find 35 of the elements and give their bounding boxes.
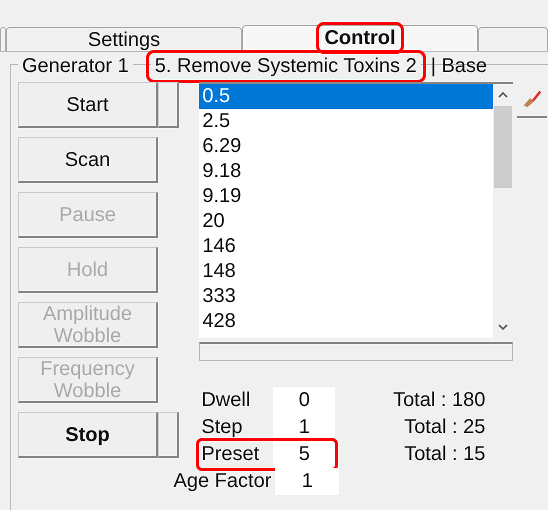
input-field[interactable]: 0 [273,387,336,414]
list-item[interactable]: 146 [199,234,494,259]
list-item[interactable]: 2.5 [199,109,494,134]
total-label: Total : 180 [392,389,486,412]
side-button[interactable] [158,82,179,128]
total-label: Total : 25 [403,416,486,439]
list-item[interactable]: 333 [199,284,494,309]
list-item[interactable]: 9.18 [199,159,494,184]
input-field[interactable]: 1 [275,468,340,495]
list-item[interactable]: 6.29 [199,134,494,159]
field-label: Dwell [200,389,252,412]
scroll-up-icon[interactable] [498,92,508,98]
frequency-list[interactable]: 0.5 2.5 6.29 9.18 9.19 20 146 148 333 428 [199,82,514,338]
program-title: 5. Remove Systemic Toxins 2 [150,55,421,78]
field-label: Step [200,416,244,439]
field-label: Age Factor [172,470,272,493]
scroll-down-icon[interactable] [498,324,508,330]
side-button[interactable] [158,412,179,458]
control-button[interactable]: Scan [18,137,158,183]
list-item[interactable]: 148 [199,259,494,284]
input-field[interactable]: 5 [273,441,336,468]
list-item[interactable]: 0.5 [199,84,494,109]
base-label: | Base [430,55,488,78]
list-item[interactable]: 428 [199,309,494,334]
tab[interactable] [0,27,6,51]
tab[interactable]: Settings [6,27,242,51]
control-button[interactable]: Start [18,82,158,128]
list-item[interactable]: 20 [199,209,494,234]
tab[interactable]: Control [242,25,478,51]
control-button[interactable]: Stop [18,412,158,458]
field-label: Preset [200,443,260,466]
list-item[interactable]: 9.19 [199,184,494,209]
total-label: Total : 15 [403,443,486,466]
tab[interactable] [478,27,548,51]
scroll-thumb[interactable] [494,106,512,188]
